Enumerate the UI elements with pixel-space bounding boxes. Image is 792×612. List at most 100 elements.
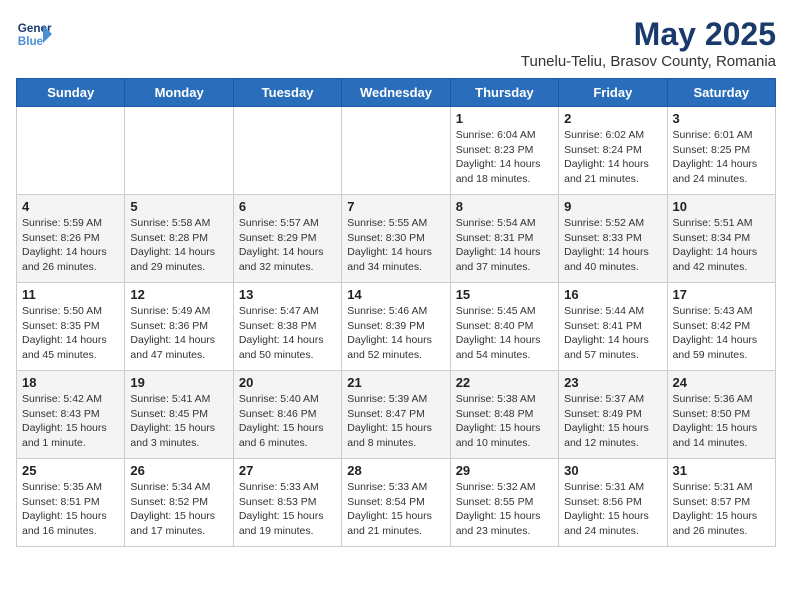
cell-date: 23 [564, 375, 661, 390]
cell-date: 5 [130, 199, 227, 214]
day-header-thursday: Thursday [450, 79, 558, 107]
calendar-cell: 18 Sunrise: 5:42 AMSunset: 8:43 PMDayligh… [17, 371, 125, 459]
cell-info: Sunrise: 5:31 AMSunset: 8:56 PMDaylight:… [564, 480, 661, 539]
cell-info: Sunrise: 5:42 AMSunset: 8:43 PMDaylight:… [22, 392, 119, 451]
logo-icon: General Blue [16, 16, 52, 52]
calendar-cell [125, 107, 233, 195]
calendar-cell: 24 Sunrise: 5:36 AMSunset: 8:50 PMDayligh… [667, 371, 775, 459]
cell-info: Sunrise: 5:32 AMSunset: 8:55 PMDaylight:… [456, 480, 553, 539]
cell-info: Sunrise: 5:31 AMSunset: 8:57 PMDaylight:… [673, 480, 770, 539]
calendar-cell: 8 Sunrise: 5:54 AMSunset: 8:31 PMDaylight… [450, 195, 558, 283]
cell-info: Sunrise: 5:43 AMSunset: 8:42 PMDaylight:… [673, 304, 770, 363]
calendar-week-5: 25Sunrise: 5:35 AMSunset: 8:51 PMDayligh… [17, 459, 776, 547]
cell-info: Sunrise: 5:59 AMSunset: 8:26 PMDaylight:… [22, 216, 119, 275]
cell-info: Sunrise: 6:01 AMSunset: 8:25 PMDaylight:… [673, 128, 770, 187]
cell-date: 30 [564, 463, 661, 478]
cell-info: Sunrise: 5:49 AMSunset: 8:36 PMDaylight:… [130, 304, 227, 363]
calendar-cell: 22 Sunrise: 5:38 AMSunset: 8:48 PMDayligh… [450, 371, 558, 459]
day-header-tuesday: Tuesday [233, 79, 341, 107]
calendar-cell: 11Sunrise: 5:50 AMSunset: 8:35 PMDayligh… [17, 283, 125, 371]
cell-date: 21 [347, 375, 444, 390]
cell-date: 2 [564, 111, 661, 126]
cell-info: Sunrise: 5:54 AMSunset: 8:31 PMDaylight:… [456, 216, 553, 275]
cell-info: Sunrise: 5:40 AMSunset: 8:46 PMDaylight:… [239, 392, 336, 451]
cell-info: Sunrise: 5:51 AMSunset: 8:34 PMDaylight:… [673, 216, 770, 275]
calendar-cell: 12 Sunrise: 5:49 AMSunset: 8:36 PMDayligh… [125, 283, 233, 371]
cell-info: Sunrise: 5:36 AMSunset: 8:50 PMDaylight:… [673, 392, 770, 451]
calendar-week-2: 4 Sunrise: 5:59 AMSunset: 8:26 PMDaylight… [17, 195, 776, 283]
cell-date: 24 [673, 375, 770, 390]
cell-date: 12 [130, 287, 227, 302]
calendar-cell: 27 Sunrise: 5:33 AMSunset: 8:53 PMDayligh… [233, 459, 341, 547]
calendar-cell: 1 Sunrise: 6:04 AMSunset: 8:23 PMDaylight… [450, 107, 558, 195]
calendar-cell: 7 Sunrise: 5:55 AMSunset: 8:30 PMDaylight… [342, 195, 450, 283]
cell-date: 29 [456, 463, 553, 478]
cell-date: 3 [673, 111, 770, 126]
cell-date: 9 [564, 199, 661, 214]
days-header-row: SundayMondayTuesdayWednesdayThursdayFrid… [17, 79, 776, 107]
cell-date: 13 [239, 287, 336, 302]
cell-date: 26 [130, 463, 227, 478]
cell-info: Sunrise: 5:34 AMSunset: 8:52 PMDaylight:… [130, 480, 227, 539]
day-header-sunday: Sunday [17, 79, 125, 107]
calendar-cell: 26 Sunrise: 5:34 AMSunset: 8:52 PMDayligh… [125, 459, 233, 547]
calendar-cell: 14Sunrise: 5:46 AMSunset: 8:39 PMDayligh… [342, 283, 450, 371]
cell-info: Sunrise: 5:33 AMSunset: 8:53 PMDaylight:… [239, 480, 336, 539]
calendar-cell [233, 107, 341, 195]
cell-info: Sunrise: 5:33 AMSunset: 8:54 PMDaylight:… [347, 480, 444, 539]
calendar-cell: 16 Sunrise: 5:44 AMSunset: 8:41 PMDayligh… [559, 283, 667, 371]
calendar-cell: 15Sunrise: 5:45 AMSunset: 8:40 PMDayligh… [450, 283, 558, 371]
calendar-table: SundayMondayTuesdayWednesdayThursdayFrid… [16, 78, 776, 547]
calendar-cell: 30 Sunrise: 5:31 AMSunset: 8:56 PMDayligh… [559, 459, 667, 547]
cell-date: 6 [239, 199, 336, 214]
cell-info: Sunrise: 5:58 AMSunset: 8:28 PMDaylight:… [130, 216, 227, 275]
calendar-cell: 5 Sunrise: 5:58 AMSunset: 8:28 PMDaylight… [125, 195, 233, 283]
cell-date: 10 [673, 199, 770, 214]
calendar-cell: 4 Sunrise: 5:59 AMSunset: 8:26 PMDaylight… [17, 195, 125, 283]
cell-date: 27 [239, 463, 336, 478]
cell-date: 25 [22, 463, 119, 478]
cell-info: Sunrise: 5:38 AMSunset: 8:48 PMDaylight:… [456, 392, 553, 451]
cell-date: 17 [673, 287, 770, 302]
calendar-cell: 9 Sunrise: 5:52 AMSunset: 8:33 PMDaylight… [559, 195, 667, 283]
calendar-subtitle: Tunelu-Teliu, Brasov County, Romania [521, 53, 776, 70]
cell-info: Sunrise: 5:44 AMSunset: 8:41 PMDaylight:… [564, 304, 661, 363]
page-header: General Blue May 2025 Tunelu-Teliu, Bras… [16, 16, 776, 70]
calendar-cell [342, 107, 450, 195]
calendar-cell: 20 Sunrise: 5:40 AMSunset: 8:46 PMDayligh… [233, 371, 341, 459]
calendar-cell: 6 Sunrise: 5:57 AMSunset: 8:29 PMDaylight… [233, 195, 341, 283]
cell-date: 22 [456, 375, 553, 390]
cell-date: 7 [347, 199, 444, 214]
cell-info: Sunrise: 5:55 AMSunset: 8:30 PMDaylight:… [347, 216, 444, 275]
calendar-week-1: 1 Sunrise: 6:04 AMSunset: 8:23 PMDaylight… [17, 107, 776, 195]
day-header-friday: Friday [559, 79, 667, 107]
cell-date: 18 [22, 375, 119, 390]
calendar-cell: 19Sunrise: 5:41 AMSunset: 8:45 PMDayligh… [125, 371, 233, 459]
cell-info: Sunrise: 5:41 AMSunset: 8:45 PMDaylight:… [130, 392, 227, 451]
title-area: May 2025 Tunelu-Teliu, Brasov County, Ro… [521, 16, 776, 70]
cell-info: Sunrise: 6:02 AMSunset: 8:24 PMDaylight:… [564, 128, 661, 187]
cell-info: Sunrise: 5:47 AMSunset: 8:38 PMDaylight:… [239, 304, 336, 363]
cell-date: 28 [347, 463, 444, 478]
calendar-cell: 23Sunrise: 5:37 AMSunset: 8:49 PMDayligh… [559, 371, 667, 459]
svg-text:Blue: Blue [18, 35, 44, 48]
cell-info: Sunrise: 6:04 AMSunset: 8:23 PMDaylight:… [456, 128, 553, 187]
calendar-cell: 29 Sunrise: 5:32 AMSunset: 8:55 PMDayligh… [450, 459, 558, 547]
cell-date: 31 [673, 463, 770, 478]
cell-date: 16 [564, 287, 661, 302]
calendar-cell [17, 107, 125, 195]
calendar-cell: 17 Sunrise: 5:43 AMSunset: 8:42 PMDayligh… [667, 283, 775, 371]
cell-date: 11 [22, 287, 119, 302]
calendar-cell: 3 Sunrise: 6:01 AMSunset: 8:25 PMDaylight… [667, 107, 775, 195]
calendar-cell: 13 Sunrise: 5:47 AMSunset: 8:38 PMDayligh… [233, 283, 341, 371]
cell-info: Sunrise: 5:52 AMSunset: 8:33 PMDaylight:… [564, 216, 661, 275]
cell-info: Sunrise: 5:39 AMSunset: 8:47 PMDaylight:… [347, 392, 444, 451]
cell-date: 1 [456, 111, 553, 126]
cell-info: Sunrise: 5:57 AMSunset: 8:29 PMDaylight:… [239, 216, 336, 275]
calendar-title: May 2025 [521, 16, 776, 53]
cell-date: 15 [456, 287, 553, 302]
cell-date: 4 [22, 199, 119, 214]
cell-date: 20 [239, 375, 336, 390]
day-header-wednesday: Wednesday [342, 79, 450, 107]
cell-date: 8 [456, 199, 553, 214]
